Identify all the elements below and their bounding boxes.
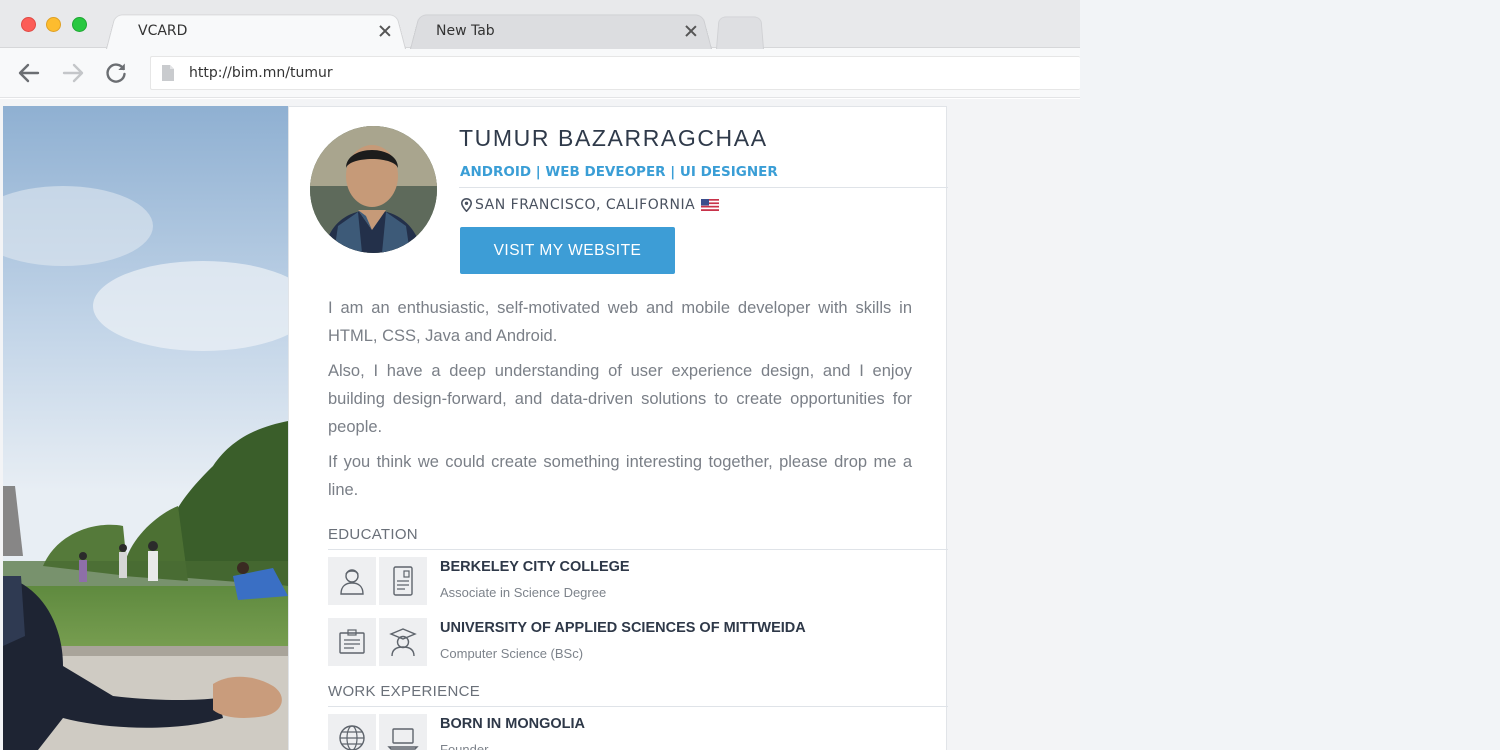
address-bar[interactable]: http://bim.mn/tumur	[150, 56, 1080, 90]
education-item: UNIVERSITY OF APPLIED SCIENCES OF MITTWE…	[328, 618, 948, 668]
page-icon	[161, 64, 175, 82]
profile-name: TUMUR BAZARRAGCHAA	[459, 125, 768, 151]
bio-paragraph: I am an enthusiastic, self-motivated web…	[328, 299, 912, 345]
work-subtitle: Founder	[440, 742, 489, 750]
graduate-icon	[379, 618, 427, 666]
background-photo	[3, 106, 288, 750]
education-title: BERKELEY CITY COLLEGE	[440, 559, 630, 575]
map-pin-icon	[461, 198, 472, 212]
browser-window: VCARD New Tab http://bim.mn/tumur TUMUR …	[0, 0, 1080, 750]
person-icon	[328, 557, 376, 605]
work-title: BORN IN MONGOLIA	[440, 716, 585, 732]
new-tab-button[interactable]	[716, 12, 764, 50]
tab-close-icon[interactable]	[684, 24, 698, 38]
tab-new-tab[interactable]: New Tab	[410, 12, 712, 50]
tab-label: New Tab	[436, 22, 495, 39]
us-flag-icon	[701, 199, 720, 211]
title-bar: VCARD New Tab	[0, 0, 1080, 50]
reload-icon[interactable]	[103, 60, 129, 86]
header-divider	[459, 187, 948, 188]
url-text: http://bim.mn/tumur	[189, 65, 333, 81]
work-item: BORN IN MONGOLIA Founder	[328, 714, 948, 750]
bio-section: I am an enthusiastic, self-motivated web…	[328, 294, 912, 511]
work-experience-heading: WORK EXPERIENCE	[328, 683, 481, 700]
education-title: UNIVERSITY OF APPLIED SCIENCES OF MITTWE…	[440, 620, 806, 636]
location-text: SAN FRANCISCO, CALIFORNIA	[475, 197, 696, 213]
tab-close-icon[interactable]	[378, 24, 392, 38]
work-divider	[328, 706, 948, 707]
close-window-button[interactable]	[21, 17, 36, 32]
bio-paragraph: Also, I have a deep understanding of use…	[328, 362, 912, 436]
tab-vcard[interactable]: VCARD	[106, 12, 406, 50]
laptop-icon	[379, 714, 427, 750]
page-viewport: TUMUR BAZARRAGCHAA ANDROID | WEB DEVEOPE…	[0, 99, 1080, 750]
visit-website-button[interactable]: VISIT MY WEBSITE	[460, 227, 675, 274]
certificate-icon	[328, 618, 376, 666]
profile-location: SAN FRANCISCO, CALIFORNIA	[461, 197, 720, 213]
id-card-icon	[379, 557, 427, 605]
education-item: BERKELEY CITY COLLEGE Associate in Scien…	[328, 557, 948, 607]
globe-icon	[328, 714, 376, 750]
education-heading: EDUCATION	[328, 526, 418, 543]
vcard-card: TUMUR BAZARRAGCHAA ANDROID | WEB DEVEOPE…	[288, 106, 948, 750]
profile-roles: ANDROID | WEB DEVEOPER | UI DESIGNER	[460, 164, 778, 180]
education-subtitle: Associate in Science Degree	[440, 585, 607, 600]
forward-arrow-icon[interactable]	[60, 60, 86, 86]
education-subtitle: Computer Science (BSc)	[440, 646, 584, 661]
browser-toolbar: http://bim.mn/tumur	[0, 48, 1080, 98]
avatar	[310, 126, 437, 253]
tab-label: VCARD	[138, 22, 188, 39]
maximize-window-button[interactable]	[72, 17, 87, 32]
education-divider	[328, 549, 948, 550]
bio-paragraph: If you think we could create something i…	[328, 453, 912, 499]
minimize-window-button[interactable]	[46, 17, 61, 32]
back-arrow-icon[interactable]	[16, 60, 42, 86]
